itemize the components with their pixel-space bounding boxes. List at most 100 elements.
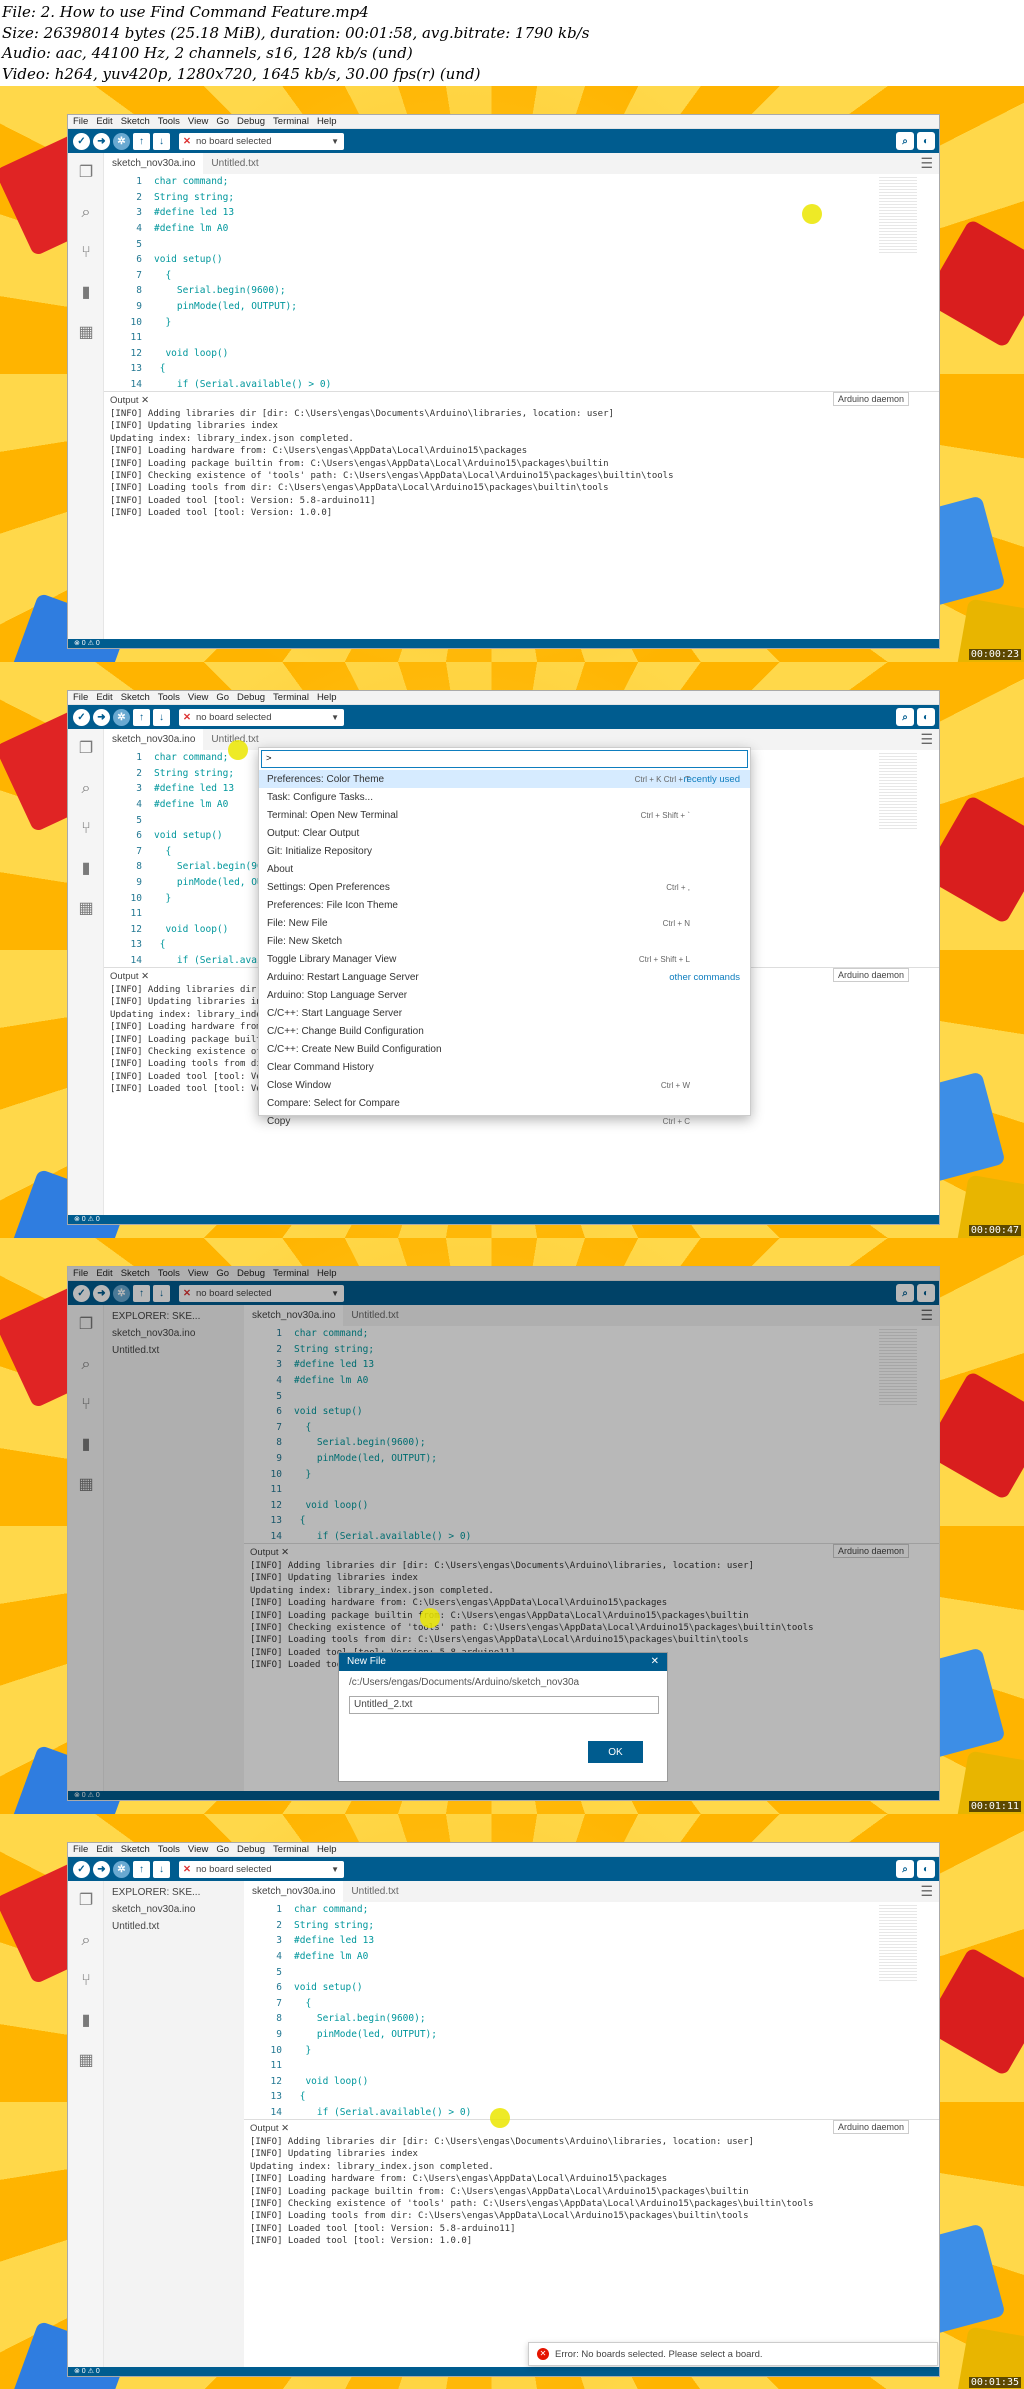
source-control-icon[interactable]: ⑂ (68, 809, 104, 849)
menu-item[interactable]: Tools (158, 116, 180, 127)
save-button[interactable]: ↓ (153, 1860, 170, 1878)
menu-item[interactable]: Terminal (273, 1844, 309, 1855)
debug-button[interactable]: ✲ (113, 132, 130, 150)
tab-sketch[interactable]: sketch_nov30a.ino (244, 1881, 344, 1902)
save-button[interactable]: ↓ (153, 132, 170, 150)
verify-button[interactable]: ✓ (73, 1860, 90, 1878)
menu-item[interactable]: File (73, 692, 88, 703)
menu-item[interactable]: Terminal (273, 116, 309, 127)
menu-item[interactable]: Sketch (121, 116, 150, 127)
save-button[interactable]: ↓ (153, 708, 170, 726)
command-item[interactable]: About (259, 860, 750, 878)
search-icon[interactable]: ⌕ (68, 193, 104, 233)
upload-button[interactable]: ➜ (93, 1860, 110, 1878)
serial-plotter-button[interactable]: ⌕ (896, 132, 914, 150)
command-item[interactable]: Close Window Ctrl + W (259, 1076, 750, 1094)
new-sketch-button[interactable]: ↑ (133, 1860, 150, 1878)
code-editor[interactable]: 1 char command; 2 String string; 3 #define le… (104, 174, 927, 389)
tab-sketch[interactable]: sketch_nov30a.ino (104, 729, 204, 750)
command-item[interactable]: Output: Clear Output (259, 824, 750, 842)
menu-item[interactable]: Debug (237, 692, 265, 703)
menu-item[interactable]: Sketch (121, 1844, 150, 1855)
menu-item[interactable]: Help (317, 116, 337, 127)
source-control-icon[interactable]: ⑂ (68, 1961, 104, 2001)
menu-item[interactable]: Tools (158, 1844, 180, 1855)
menu-item[interactable]: Sketch (121, 692, 150, 703)
menu-item[interactable]: File (73, 116, 88, 127)
boards-icon[interactable]: ▮ (68, 2001, 104, 2041)
debug-button[interactable]: ✲ (113, 1860, 130, 1878)
menu-icon[interactable]: ☰ (920, 731, 933, 748)
tab-untitled[interactable]: Untitled.txt (343, 1881, 406, 1902)
menu-item[interactable]: Edit (96, 692, 112, 703)
board-selector[interactable]: ✕ no board selected ▼ (179, 132, 344, 150)
command-item[interactable]: Arduino: Restart Language Server other co… (259, 968, 750, 986)
menu-item[interactable]: Debug (237, 116, 265, 127)
command-item[interactable]: Compare: Select for Compare (259, 1094, 750, 1112)
command-item[interactable]: C/C++: Start Language Server (259, 1004, 750, 1022)
command-item[interactable]: Arduino: Stop Language Server (259, 986, 750, 1004)
serial-monitor-button[interactable]: ◐ (917, 132, 935, 150)
menu-item[interactable]: View (188, 1844, 208, 1855)
command-item[interactable]: Toggle Library Manager View Ctrl + Shift … (259, 950, 750, 968)
code-editor[interactable]: 1 char command; 2 String string; 3 #define le… (244, 1902, 927, 2117)
close-icon[interactable]: ✕ (139, 395, 149, 406)
command-item[interactable]: C/C++: Change Build Configuration (259, 1022, 750, 1040)
close-icon[interactable]: ✕ (139, 971, 149, 982)
source-control-icon[interactable]: ⑂ (68, 233, 104, 273)
serial-plotter-button[interactable]: ⌕ (896, 1860, 914, 1878)
menu-item[interactable]: View (188, 116, 208, 127)
serial-monitor-button[interactable]: ◐ (917, 1860, 935, 1878)
upload-button[interactable]: ➜ (93, 132, 110, 150)
menu-icon[interactable]: ☰ (920, 155, 933, 172)
output-channel-select[interactable]: Arduino daemon (832, 968, 909, 982)
ok-button[interactable]: OK (588, 1741, 643, 1763)
menu-item[interactable]: View (188, 692, 208, 703)
command-item[interactable]: Preferences: Color Theme Ctrl + K Ctrl + … (259, 770, 750, 788)
upload-button[interactable]: ➜ (93, 708, 110, 726)
debug-button[interactable]: ✲ (113, 708, 130, 726)
menu-item[interactable]: File (73, 1844, 88, 1855)
output-title[interactable]: Output (110, 971, 139, 982)
board-selector[interactable]: ✕ no board selected ▼ (179, 708, 344, 726)
library-icon[interactable]: ▦ (68, 2041, 104, 2081)
files-icon[interactable]: ❐ (68, 153, 104, 193)
new-sketch-button[interactable]: ↑ (133, 708, 150, 726)
search-icon[interactable]: ⌕ (68, 1921, 104, 1961)
tab-untitled[interactable]: Untitled.txt (203, 153, 266, 174)
command-item[interactable]: Git: Initialize Repository (259, 842, 750, 860)
output-title[interactable]: Output (110, 395, 139, 406)
command-item[interactable]: C/C++: Create New Build Configuration (259, 1040, 750, 1058)
verify-button[interactable]: ✓ (73, 132, 90, 150)
menu-icon[interactable]: ☰ (920, 1883, 933, 1900)
close-icon[interactable]: ✕ (651, 1656, 659, 1668)
command-input[interactable]: > (261, 750, 748, 768)
library-icon[interactable]: ▦ (68, 889, 104, 929)
menu-item[interactable]: Debug (237, 1844, 265, 1855)
boards-icon[interactable]: ▮ (68, 849, 104, 889)
verify-button[interactable]: ✓ (73, 708, 90, 726)
command-item[interactable]: File: New Sketch (259, 932, 750, 950)
tab-sketch[interactable]: sketch_nov30a.ino (104, 153, 204, 174)
command-item[interactable]: Settings: Open Preferences Ctrl + , (259, 878, 750, 896)
menu-item[interactable]: Terminal (273, 692, 309, 703)
explorer-file[interactable]: sketch_nov30a.ino (112, 1904, 236, 1915)
filename-input[interactable] (349, 1695, 659, 1714)
serial-plotter-button[interactable]: ⌕ (896, 708, 914, 726)
menu-item[interactable]: Go (216, 1844, 229, 1855)
board-selector[interactable]: ✕ no board selected ▼ (179, 1860, 344, 1878)
error-notification[interactable]: ✕ Error: No boards selected. Please selec… (528, 2342, 938, 2366)
command-item[interactable]: Preferences: File Icon Theme (259, 896, 750, 914)
menu-item[interactable]: Help (317, 1844, 337, 1855)
command-item[interactable]: Task: Configure Tasks... (259, 788, 750, 806)
boards-icon[interactable]: ▮ (68, 273, 104, 313)
command-item[interactable]: Copy Ctrl + C (259, 1112, 750, 1130)
output-channel-select[interactable]: Arduino daemon (832, 392, 909, 406)
files-icon[interactable]: ❐ (68, 1881, 104, 1921)
search-icon[interactable]: ⌕ (68, 769, 104, 809)
menu-item[interactable]: Edit (96, 116, 112, 127)
menu-item[interactable]: Go (216, 116, 229, 127)
files-icon[interactable]: ❐ (68, 729, 104, 769)
menu-item[interactable]: Tools (158, 692, 180, 703)
command-item[interactable]: File: New File Ctrl + N (259, 914, 750, 932)
